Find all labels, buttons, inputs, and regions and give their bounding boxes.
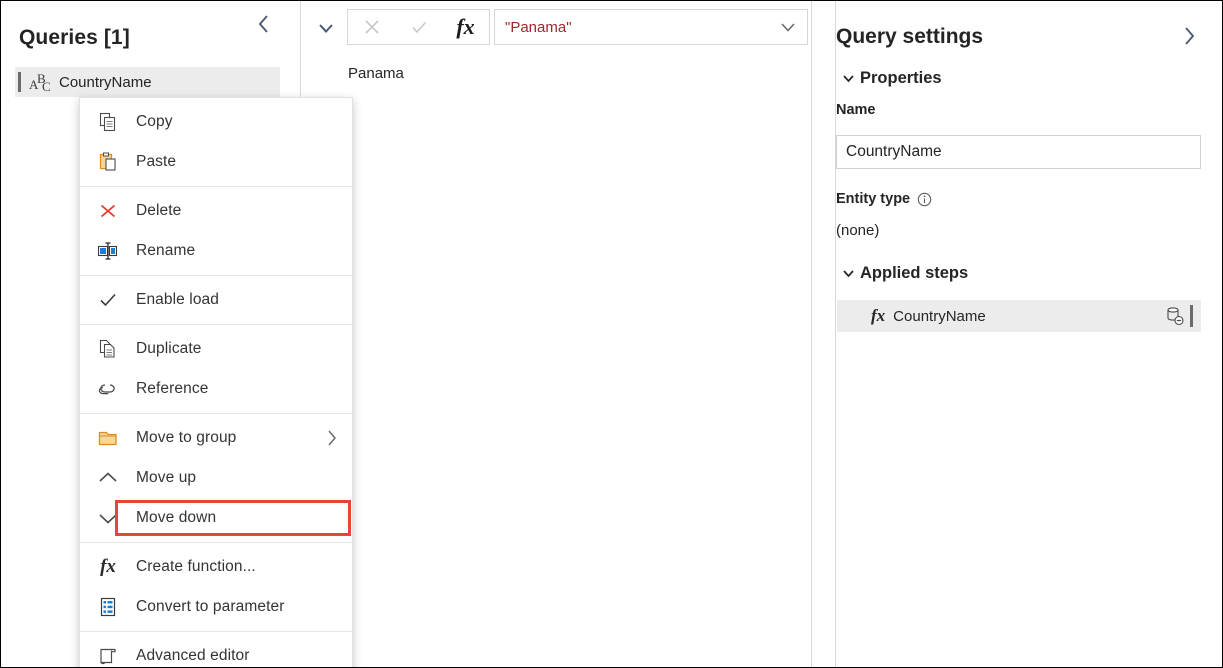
chevron-down-icon [838, 268, 858, 279]
paste-icon [80, 142, 136, 182]
menu-item-advanced-editor[interactable]: Advanced editor [80, 636, 352, 667]
collapse-queries-pane-button[interactable] [248, 9, 278, 39]
menu-item-move-up[interactable]: Move up [80, 458, 352, 498]
fx-icon: fx [456, 14, 475, 39]
submenu-arrow [326, 418, 338, 458]
menu-item-label: Duplicate [136, 340, 202, 357]
menu-separator [80, 324, 352, 325]
menu-item-copy[interactable]: Copy [80, 102, 352, 142]
menu-separator [80, 631, 352, 632]
step-focus-caret [1190, 305, 1193, 327]
delete-x-icon [80, 191, 136, 231]
parameter-list-icon [80, 587, 136, 627]
expand-formula-bar-button[interactable] [313, 15, 339, 41]
chevron-right-icon [1184, 27, 1194, 45]
preview-value: Panama [348, 65, 404, 82]
chevron-down-icon [80, 498, 136, 538]
expand-query-settings-button[interactable] [1174, 21, 1204, 51]
menu-item-convert-to-parameter[interactable]: Convert to parameter [80, 587, 352, 627]
name-input-value: CountryName [846, 143, 942, 160]
menu-separator [80, 413, 352, 414]
menu-item-label: Convert to parameter [136, 598, 285, 615]
chevron-down-icon [781, 23, 795, 32]
fx-icon: fx [871, 306, 886, 325]
entity-type-label-row: Entity type [836, 191, 932, 207]
pane-divider-center-right [811, 1, 812, 667]
menu-item-label: Delete [136, 202, 182, 219]
rename-icon [80, 231, 136, 271]
fx-insert-button[interactable]: fx [442, 10, 489, 44]
applied-step-row[interactable]: fx CountryName [837, 300, 1201, 332]
menu-item-delete[interactable]: Delete [80, 191, 352, 231]
query-settings-title: Query settings [836, 25, 984, 48]
abc-text-type-icon: ABC [29, 71, 51, 94]
accept-formula-button[interactable] [395, 10, 442, 44]
formula-input[interactable]: "Panama" [494, 9, 808, 45]
folder-icon [80, 418, 136, 458]
menu-item-label: Copy [136, 113, 173, 130]
query-list-item-countryname[interactable]: ABC CountryName [15, 67, 280, 97]
query-settings-pane: Query settings Properties Name CountryNa… [836, 1, 1222, 667]
accept-check-icon [411, 21, 426, 34]
formula-action-buttons: fx [347, 9, 490, 45]
formula-and-preview-pane: fx "Panama" Panama [301, 1, 811, 667]
entity-type-label: Entity type [836, 191, 911, 207]
chevron-down-icon [319, 24, 333, 33]
menu-item-label: Enable load [136, 291, 219, 308]
checkmark-icon [80, 280, 136, 320]
chevron-left-icon [258, 15, 268, 33]
menu-item-paste[interactable]: Paste [80, 142, 352, 182]
menu-item-move-to-group[interactable]: Move to group [80, 418, 352, 458]
menu-separator [80, 186, 352, 187]
menu-item-label: Rename [136, 242, 196, 259]
properties-section-label: Properties [860, 69, 942, 87]
name-field-label: Name [836, 102, 876, 118]
menu-item-label: Reference [136, 380, 209, 397]
selection-indicator [18, 72, 21, 92]
power-query-editor-window: Queries [1] ABC CountryName Copy Paste D… [0, 0, 1223, 668]
menu-item-label: Move down [136, 509, 217, 526]
duplicate-icon [80, 329, 136, 369]
menu-item-label: Move to group [136, 429, 237, 446]
menu-separator [80, 542, 352, 543]
cancel-x-icon [364, 20, 379, 34]
entity-type-value: (none) [836, 222, 880, 239]
menu-separator [80, 275, 352, 276]
formula-text: "Panama" [505, 18, 572, 36]
menu-item-label: Create function... [136, 558, 256, 575]
chevron-up-icon [80, 458, 136, 498]
query-list-item-label: CountryName [59, 73, 152, 91]
reference-link-icon [80, 369, 136, 409]
menu-item-reference[interactable]: Reference [80, 369, 352, 409]
menu-item-label: Paste [136, 153, 177, 170]
queries-title: Queries [1] [19, 26, 130, 49]
menu-item-move-down[interactable]: Move down [80, 498, 352, 538]
menu-item-label: Advanced editor [136, 647, 250, 664]
info-icon[interactable] [917, 192, 932, 207]
properties-section-header[interactable]: Properties [838, 69, 942, 88]
cancel-formula-button[interactable] [348, 10, 395, 44]
menu-item-enable-load[interactable]: Enable load [80, 280, 352, 320]
name-input[interactable]: CountryName [836, 135, 1201, 169]
menu-item-label: Move up [136, 469, 197, 486]
formula-history-dropdown-button[interactable] [775, 15, 801, 39]
menu-item-duplicate[interactable]: Duplicate [80, 329, 352, 369]
applied-steps-section-header[interactable]: Applied steps [838, 264, 968, 283]
chevron-right-icon [328, 430, 336, 446]
fx-icon: fx [100, 556, 116, 577]
database-source-icon[interactable] [1165, 306, 1185, 326]
query-context-menu: Copy Paste Delete Rename Enable load Dup… [79, 97, 353, 667]
chevron-down-icon [838, 73, 858, 84]
queries-pane: Queries [1] ABC CountryName Copy Paste D… [1, 1, 353, 667]
menu-item-create-function[interactable]: fx Create function... [80, 547, 352, 587]
advanced-editor-icon [80, 636, 136, 667]
copy-icon [80, 102, 136, 142]
applied-step-label: CountryName [893, 307, 986, 325]
menu-item-rename[interactable]: Rename [80, 231, 352, 271]
applied-steps-section-label: Applied steps [860, 264, 969, 282]
